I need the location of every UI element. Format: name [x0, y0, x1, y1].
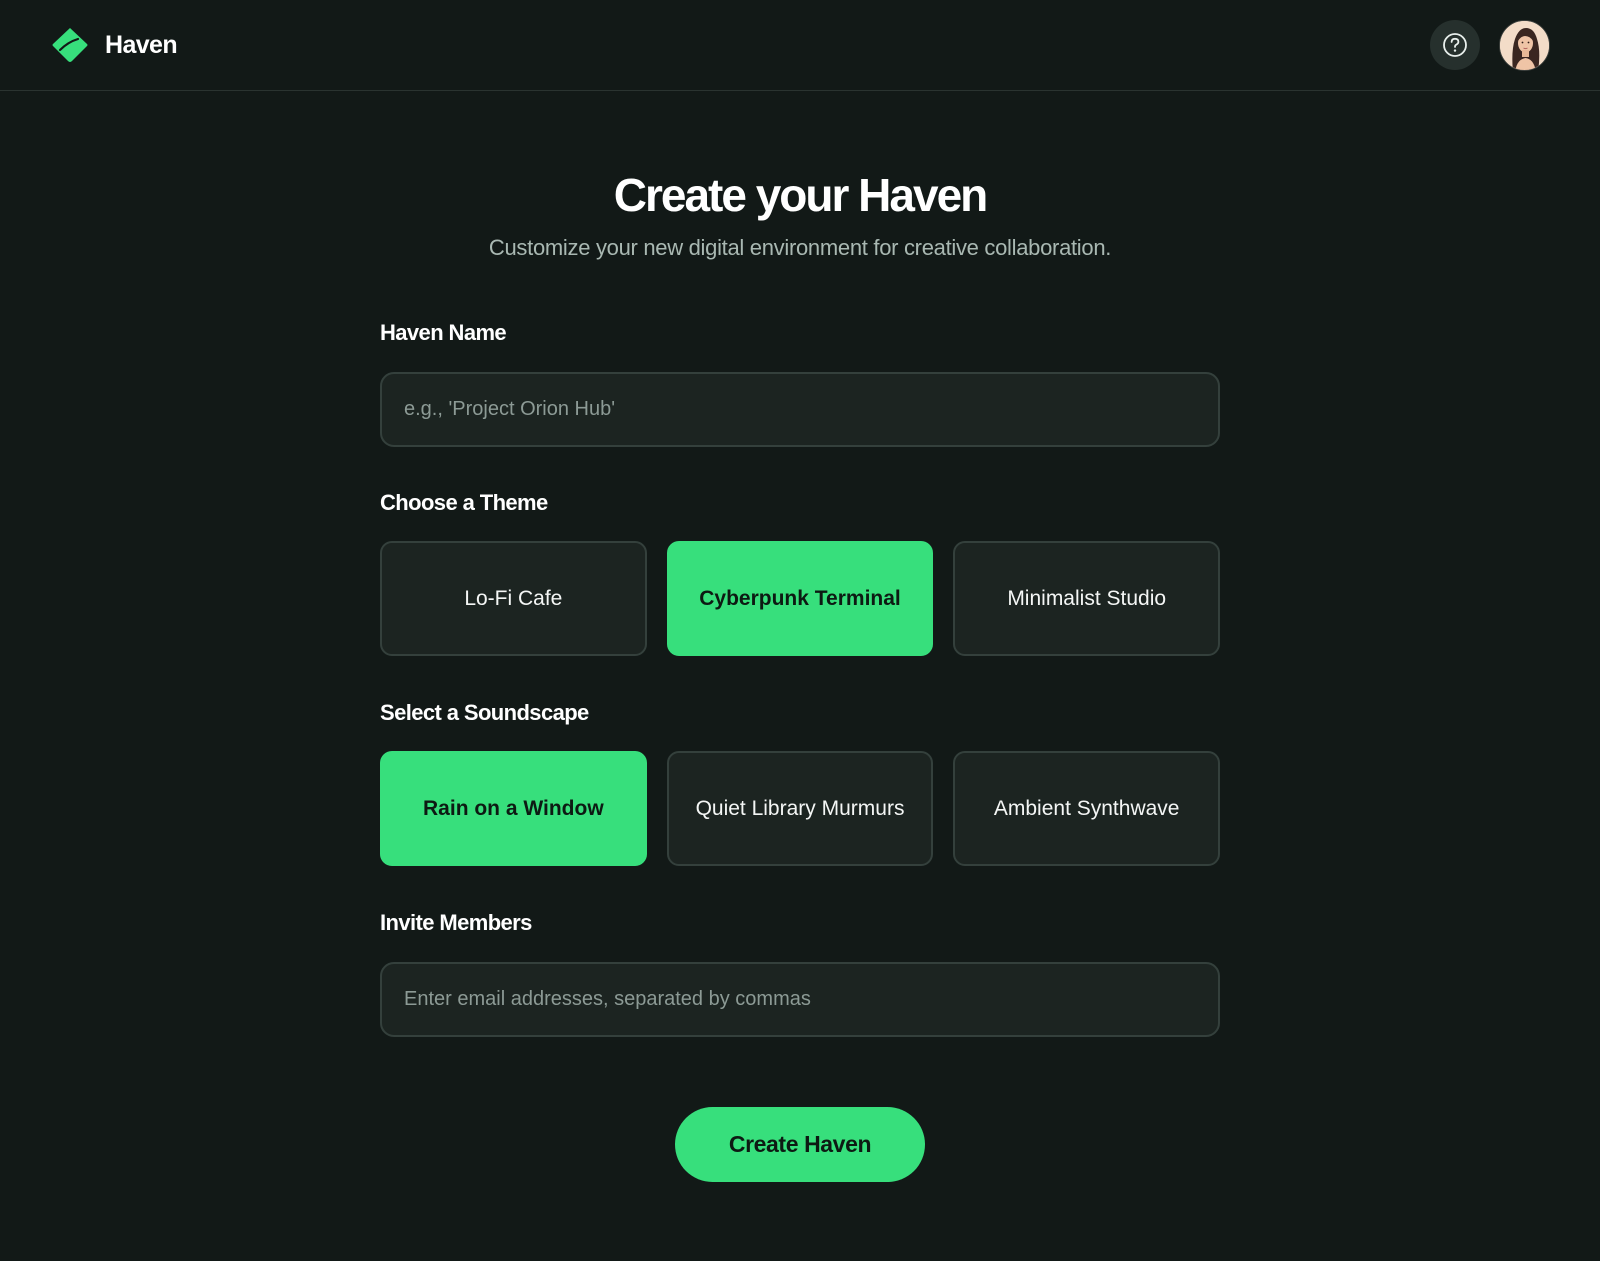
help-button[interactable]: [1430, 20, 1480, 70]
top-navigation-bar: Haven: [0, 0, 1600, 91]
brand-name: Haven: [105, 30, 178, 59]
question-mark-icon: [1443, 33, 1467, 57]
soundscape-label: Select a Soundscape: [380, 700, 589, 725]
create-haven-button[interactable]: Create Haven: [675, 1107, 925, 1182]
soundscape-option-quiet-library-murmurs[interactable]: Quiet Library Murmurs: [666, 751, 934, 866]
haven-name-input[interactable]: [380, 372, 1220, 447]
brand[interactable]: Haven: [51, 26, 178, 64]
soundscape-options: Rain on a Window Quiet Library Murmurs A…: [380, 751, 1221, 866]
avatar-portrait: [1500, 21, 1549, 70]
theme-option-cyberpunk-terminal[interactable]: Cyberpunk Terminal: [666, 541, 934, 656]
page-subtitle: Customize your new digital environment f…: [488, 235, 1112, 260]
theme-options: Lo-Fi Cafe Cyberpunk Terminal Minimalist…: [380, 541, 1221, 656]
leaf-logo-icon: [52, 28, 88, 62]
page-title: Create your Haven: [613, 169, 989, 221]
soundscape-option-rain-on-a-window[interactable]: Rain on a Window: [380, 751, 647, 866]
theme-label: Choose a Theme: [380, 490, 548, 515]
theme-option-minimalist-studio[interactable]: Minimalist Studio: [953, 541, 1221, 656]
user-avatar[interactable]: [1499, 20, 1550, 71]
invite-members-input[interactable]: [380, 962, 1220, 1037]
haven-name-label: Haven Name: [380, 320, 507, 345]
invite-members-label: Invite Members: [380, 910, 532, 935]
theme-option-lofi-cafe[interactable]: Lo-Fi Cafe: [380, 541, 647, 656]
soundscape-option-ambient-synthwave[interactable]: Ambient Synthwave: [953, 751, 1221, 866]
